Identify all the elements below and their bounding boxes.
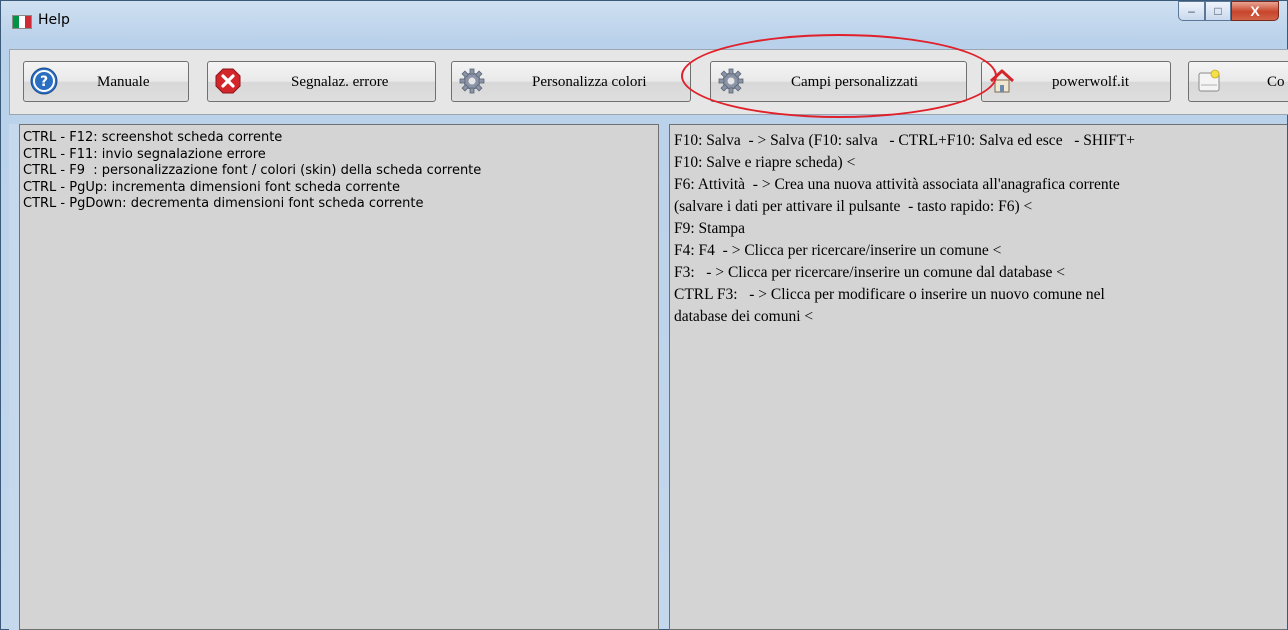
title-bar[interactable]: Help – □ X [1, 1, 1287, 39]
close-button[interactable]: X [1231, 1, 1279, 21]
svg-text:?: ? [40, 74, 48, 90]
function-key-line: database dei comuni < [674, 308, 814, 325]
shortcut-line: CTRL - F9 : personalizzazione font / col… [23, 163, 482, 178]
home-icon [989, 69, 1015, 93]
shortcuts-list: CTRL - F12: screenshot scheda corrente C… [23, 130, 658, 213]
toolbar: ? Manuale Segnalaz. errore Personalizza … [9, 49, 1288, 115]
customize-colors-button-label: Personalizza colori [532, 74, 647, 90]
function-key-line: F3: - > Clicca per ricercare/inserire un… [674, 264, 1066, 281]
window-controls: – □ X [1178, 1, 1279, 21]
customize-colors-button[interactable]: Personalizza colori [451, 61, 691, 102]
custom-fields-button-label: Campi personalizzati [791, 74, 919, 90]
shortcut-line: CTRL - PgDown: decrementa dimensioni fon… [23, 196, 424, 211]
gear-icon [459, 68, 485, 94]
custom-fields-button[interactable]: Campi personalizzati [710, 61, 967, 102]
powerwolf-link-label: powerwolf.it [1052, 74, 1130, 90]
window-title: Help [38, 12, 70, 28]
function-key-line: F6: Attività - > Crea una nuova attività… [674, 176, 1120, 193]
error-icon [215, 68, 241, 94]
maximize-button[interactable]: □ [1205, 1, 1231, 21]
gear-icon [718, 68, 744, 94]
function-key-line: F4: F4 - > Clicca per ricercare/inserire… [674, 242, 1002, 259]
function-key-line: CTRL F3: - > Clicca per modificare o ins… [674, 286, 1105, 303]
function-key-line: (salvare i dati per attivare il pulsante… [674, 198, 1033, 215]
help-icon: ? [30, 67, 58, 95]
function-key-line: F10: Salva - > Salva (F10: salva - CTRL+… [674, 132, 1136, 149]
note-icon [1198, 69, 1220, 92]
function-keys-list: F10: Salva - > Salva (F10: salva - CTRL+… [674, 130, 1287, 328]
contact-button-label: Co [1267, 74, 1285, 90]
report-error-button[interactable]: Segnalaz. errore [207, 61, 436, 102]
shortcut-line: CTRL - F12: screenshot scheda corrente [23, 130, 283, 145]
function-key-line: F9: Stampa [674, 220, 746, 237]
function-key-line: F10: Salve e riapre scheda) < [674, 154, 856, 171]
shortcut-line: CTRL - PgUp: incrementa dimensioni font … [23, 179, 400, 195]
manual-button[interactable]: ? Manuale [23, 61, 189, 102]
powerwolf-link-button[interactable]: powerwolf.it [981, 61, 1171, 102]
help-window: Help – □ X ? Manuale Segnalaz. errore Pe… [0, 0, 1288, 630]
contact-button[interactable]: Co [1188, 61, 1288, 102]
manual-button-label: Manuale [97, 74, 150, 90]
shortcut-line: CTRL - F11: invio segnalazione errore [23, 146, 266, 162]
italian-flag-icon [12, 15, 32, 29]
shortcuts-pane[interactable]: CTRL - F12: screenshot scheda corrente C… [19, 124, 659, 630]
minimize-button[interactable]: – [1178, 1, 1205, 21]
report-error-button-label: Segnalaz. errore [291, 74, 389, 90]
function-keys-pane[interactable]: F10: Salva - > Salva (F10: salva - CTRL+… [669, 124, 1287, 630]
left-gutter [9, 124, 19, 630]
